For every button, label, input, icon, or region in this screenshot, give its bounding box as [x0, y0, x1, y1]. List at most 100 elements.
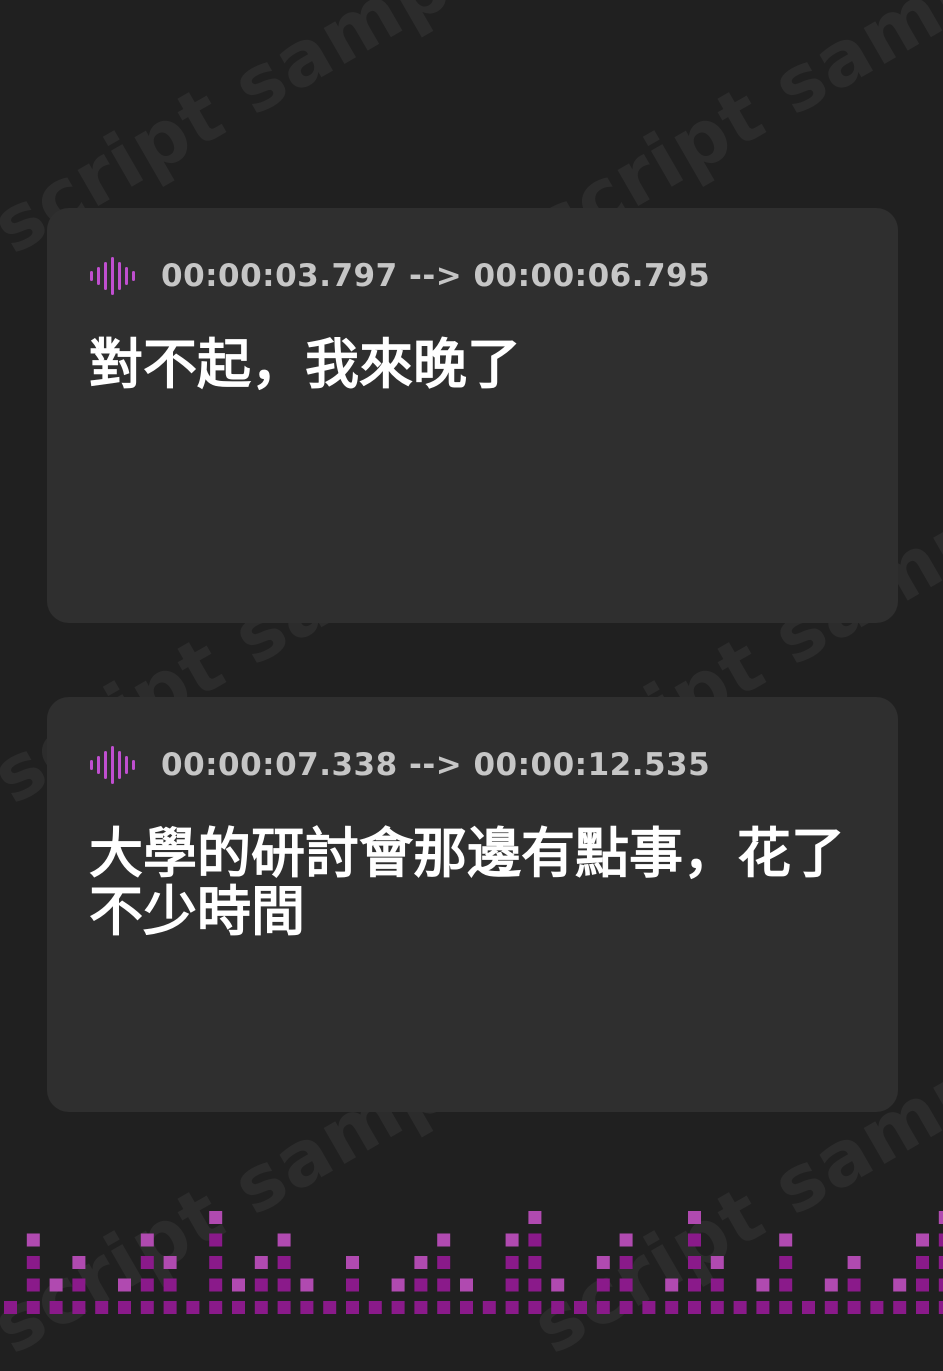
equalizer-block	[209, 1211, 223, 1224]
equalizer-block	[118, 1278, 131, 1292]
equalizer-block	[847, 1278, 861, 1292]
equalizer-block	[893, 1301, 907, 1314]
equalizer-block	[140, 1256, 154, 1269]
equalizer-block	[619, 1233, 633, 1247]
equalizer-block	[733, 1301, 747, 1314]
equalizer-block	[756, 1301, 770, 1314]
equalizer-block	[72, 1256, 86, 1269]
equalizer-block	[209, 1301, 223, 1314]
watermark-layer: script sample script sample script sampl…	[0, 0, 943, 1371]
equalizer-block	[163, 1278, 177, 1292]
equalizer-block	[391, 1278, 405, 1292]
equalizer-block	[277, 1233, 291, 1247]
equalizer-block	[847, 1256, 861, 1269]
equalizer-block	[642, 1301, 656, 1314]
equalizer-block	[163, 1256, 177, 1269]
equalizer-block	[140, 1233, 154, 1247]
equalizer-block	[710, 1256, 724, 1269]
equalizer-block	[300, 1301, 314, 1314]
equalizer-block	[574, 1301, 587, 1314]
equalizer-block	[779, 1233, 793, 1247]
equalizer-block	[688, 1301, 701, 1314]
subtitle-text: 大學的研討會那邊有點事，花了不少時間	[89, 822, 845, 943]
equalizer-block	[346, 1278, 359, 1292]
equalizer-block	[528, 1211, 542, 1224]
equalizer-block	[482, 1301, 496, 1314]
equalizer-block	[323, 1301, 337, 1314]
equalizer-block	[916, 1256, 929, 1269]
equalizer-block	[596, 1278, 610, 1292]
equalizer-block	[824, 1301, 838, 1314]
equalizer-block	[938, 1233, 943, 1247]
equalizer-block	[437, 1256, 451, 1269]
equalizer-block	[414, 1256, 428, 1269]
equalizer-block	[505, 1256, 519, 1269]
equalizer-block	[619, 1256, 633, 1269]
equalizer-block	[916, 1301, 929, 1314]
equalizer-block	[346, 1256, 359, 1269]
equalizer-block	[414, 1278, 428, 1292]
timestamp-row: 00:00:07.338 --> 00:00:12.535	[89, 745, 710, 785]
equalizer-block	[551, 1278, 565, 1292]
audio-waveform-icon	[90, 746, 135, 784]
equalizer-block	[938, 1211, 943, 1224]
equalizer-block	[95, 1301, 109, 1314]
equalizer-block	[254, 1256, 268, 1269]
equalizer-block	[779, 1301, 793, 1314]
equalizer-visualizer	[4, 1211, 943, 1314]
equalizer-block	[277, 1301, 291, 1314]
equalizer-block	[186, 1301, 200, 1314]
equalizer-block	[300, 1278, 314, 1292]
equalizer-block	[49, 1301, 63, 1314]
equalizer-block	[209, 1256, 223, 1269]
equalizer-block	[551, 1301, 565, 1314]
equalizer-block	[505, 1278, 519, 1292]
equalizer-block	[26, 1301, 40, 1314]
equalizer-block	[140, 1301, 154, 1314]
equalizer-block	[870, 1301, 884, 1314]
equalizer-block	[688, 1211, 701, 1224]
equalizer-block	[916, 1278, 929, 1292]
equalizer-block	[505, 1233, 519, 1247]
equalizer-block	[26, 1278, 40, 1292]
equalizer-block	[619, 1278, 633, 1292]
equalizer-block	[802, 1301, 815, 1314]
equalizer-block	[209, 1278, 223, 1292]
equalizer-block	[824, 1278, 838, 1292]
equalizer-block	[72, 1278, 86, 1292]
equalizer-block	[528, 1278, 542, 1292]
equalizer-block	[72, 1301, 86, 1314]
equalizer-block	[49, 1278, 63, 1292]
equalizer-block	[710, 1278, 724, 1292]
equalizer-block	[232, 1278, 245, 1292]
equalizer-block	[163, 1301, 177, 1314]
equalizer-block	[756, 1278, 770, 1292]
audio-waveform-icon	[90, 257, 135, 295]
equalizer-block	[779, 1256, 793, 1269]
equalizer-block	[710, 1301, 724, 1314]
equalizer-block	[528, 1233, 542, 1247]
equalizer-block	[688, 1233, 701, 1247]
equalizer-block	[938, 1256, 943, 1269]
equalizer-block	[688, 1278, 701, 1292]
equalizer-block	[346, 1301, 359, 1314]
equalizer-block	[688, 1256, 701, 1269]
subtitle-card: 00:00:03.797 --> 00:00:06.795 對不起，我來晚了	[47, 208, 898, 623]
equalizer-block	[277, 1278, 291, 1292]
equalizer-block	[391, 1301, 405, 1314]
equalizer-block	[596, 1256, 610, 1269]
subtitle-text: 對不起，我來晚了	[89, 333, 521, 396]
equalizer-block	[847, 1301, 861, 1314]
equalizer-block	[437, 1301, 451, 1314]
equalizer-block	[26, 1233, 40, 1247]
equalizer-block	[460, 1301, 473, 1314]
equalizer-block	[254, 1278, 268, 1292]
equalizer-block	[596, 1301, 610, 1314]
timestamp: 00:00:07.338 --> 00:00:12.535	[161, 747, 711, 783]
equalizer-block	[938, 1301, 943, 1314]
equalizer-block	[665, 1278, 679, 1292]
equalizer-block	[779, 1278, 793, 1292]
equalizer-block	[505, 1301, 519, 1314]
equalizer-block	[437, 1233, 451, 1247]
equalizer-block	[665, 1301, 679, 1314]
